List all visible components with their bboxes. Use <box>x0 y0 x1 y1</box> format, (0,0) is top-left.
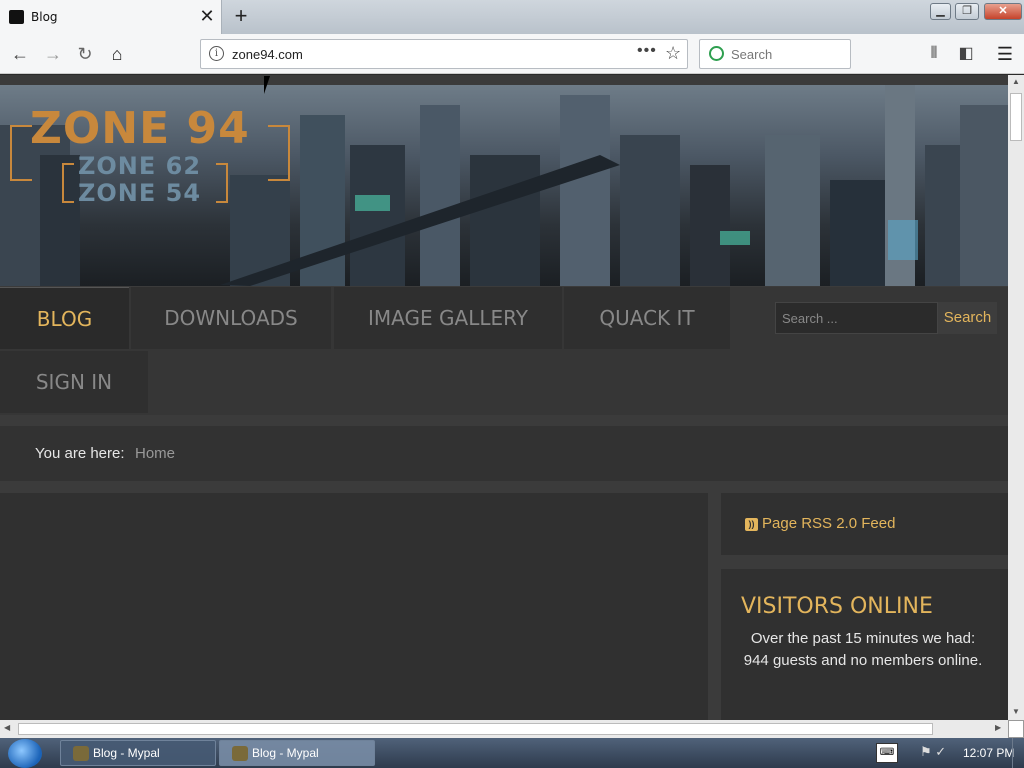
site-search-button[interactable]: Search <box>938 302 997 334</box>
rss-module: )) Page RSS 2.0 Feed <box>721 493 1008 555</box>
navigation-toolbar: ← → ↻ ⌂ i zone94.com ••• ☆ Search ⫴ ◧ ☰ <box>0 34 1024 74</box>
title-bar: Blog ✕ + ▁ ❐ ✕ <box>0 0 1024 34</box>
scroll-down-icon[interactable]: ▼ <box>1012 707 1020 716</box>
browser-tab[interactable]: Blog ✕ <box>0 0 222 34</box>
search-engine-icon <box>709 46 724 61</box>
vertical-scrollbar[interactable]: ▲ ▼ <box>1008 75 1024 720</box>
menu-item-blog[interactable]: BLOG <box>0 287 129 349</box>
taskbar-item[interactable]: Blog - Mypal <box>60 740 216 766</box>
back-icon[interactable]: ← <box>8 42 32 66</box>
menu-item-downloads[interactable]: DOWNLOADS <box>131 287 331 349</box>
logo-bracket <box>62 163 74 203</box>
rss-feed-link[interactable]: Page RSS 2.0 Feed <box>762 515 895 532</box>
show-desktop-button[interactable] <box>1012 738 1024 768</box>
visitors-online-module: VISITORS ONLINE Over the past 15 minutes… <box>721 569 1008 720</box>
horizontal-scrollbar[interactable]: ◀ ▶ <box>0 720 1008 738</box>
header-banner-image: ZONE 94 ZONE 62 ZONE 54 <box>0 85 1008 286</box>
site-logo-subtitle: ZONE 54 <box>78 179 202 207</box>
taskbar-item-label: Blog - Mypal <box>252 746 319 760</box>
logo-bracket <box>10 125 32 181</box>
menu-item-quack-it[interactable]: QUACK IT <box>564 287 730 349</box>
site-search-input[interactable]: Search ... <box>775 302 938 334</box>
tab-close-icon[interactable]: ✕ <box>198 6 216 26</box>
horizontal-scroll-thumb[interactable] <box>18 723 933 735</box>
page-actions-icon[interactable]: ••• <box>637 42 657 60</box>
breadcrumb: You are here: Home <box>0 426 1008 481</box>
window-restore-button[interactable]: ❐ <box>955 3 979 20</box>
menu-item-sign-in[interactable]: SIGN IN <box>0 351 148 413</box>
scroll-right-icon[interactable]: ▶ <box>995 723 1001 732</box>
window-minimize-button[interactable]: ▁ <box>930 3 951 20</box>
site-logo-subtitle: ZONE 62 <box>78 152 202 180</box>
scroll-left-icon[interactable]: ◀ <box>4 723 10 732</box>
taskbar: Blog - Mypal Blog - Mypal ⌨ ⚑ ✓ 12:07 PM <box>0 738 1024 768</box>
logo-bracket <box>216 163 228 203</box>
web-page: ZONE 94 ZONE 62 ZONE 54 BLOG DOWNLOADS I… <box>0 75 1008 720</box>
new-tab-button[interactable]: + <box>230 4 252 28</box>
breadcrumb-label: You are here: <box>35 445 125 462</box>
app-icon <box>73 746 89 761</box>
window-close-button[interactable]: ✕ <box>984 3 1022 20</box>
browser-search-input[interactable]: Search <box>699 39 851 69</box>
sidebar-icon[interactable]: ◧ <box>954 42 978 66</box>
menu-icon[interactable]: ☰ <box>993 42 1017 66</box>
url-text[interactable]: zone94.com <box>232 47 303 62</box>
scroll-corner <box>1008 720 1024 738</box>
url-bar[interactable]: i zone94.com ••• ☆ <box>200 39 688 69</box>
menu-item-image-gallery[interactable]: IMAGE GALLERY <box>334 287 562 349</box>
keyboard-icon[interactable]: ⌨ <box>876 743 898 763</box>
rss-icon: )) <box>745 518 758 531</box>
main-menu: BLOG DOWNLOADS IMAGE GALLERY QUACK IT SI… <box>0 287 1008 415</box>
visitors-text: Over the past 15 minutes we had: 944 gue… <box>743 630 983 669</box>
taskbar-item-label: Blog - Mypal <box>93 746 160 760</box>
system-tray-icons[interactable]: ⚑ ✓ <box>920 744 956 762</box>
favicon-icon <box>9 10 24 24</box>
main-content-area <box>0 493 708 720</box>
breadcrumb-home-link[interactable]: Home <box>135 445 175 462</box>
taskbar-item[interactable]: Blog - Mypal <box>219 740 375 766</box>
library-icon[interactable]: ⫴ <box>922 42 946 66</box>
info-icon[interactable]: i <box>209 46 224 61</box>
reload-icon[interactable]: ↻ <box>73 42 97 66</box>
tab-title: Blog <box>31 10 58 24</box>
home-icon[interactable]: ⌂ <box>105 42 129 66</box>
search-placeholder: Search <box>731 47 773 62</box>
clock[interactable]: 12:07 PM <box>963 746 1014 760</box>
start-button[interactable] <box>8 739 42 768</box>
site-logo-title[interactable]: ZONE 94 <box>30 103 250 154</box>
visitors-title: VISITORS ONLINE <box>741 594 933 619</box>
app-icon <box>232 746 248 761</box>
forward-icon[interactable]: → <box>41 42 65 66</box>
scroll-up-icon[interactable]: ▲ <box>1012 77 1020 86</box>
mouse-cursor-icon <box>264 76 270 94</box>
logo-bracket <box>268 125 290 181</box>
vertical-scroll-thumb[interactable] <box>1010 93 1022 141</box>
bookmark-star-icon[interactable]: ☆ <box>665 43 681 64</box>
